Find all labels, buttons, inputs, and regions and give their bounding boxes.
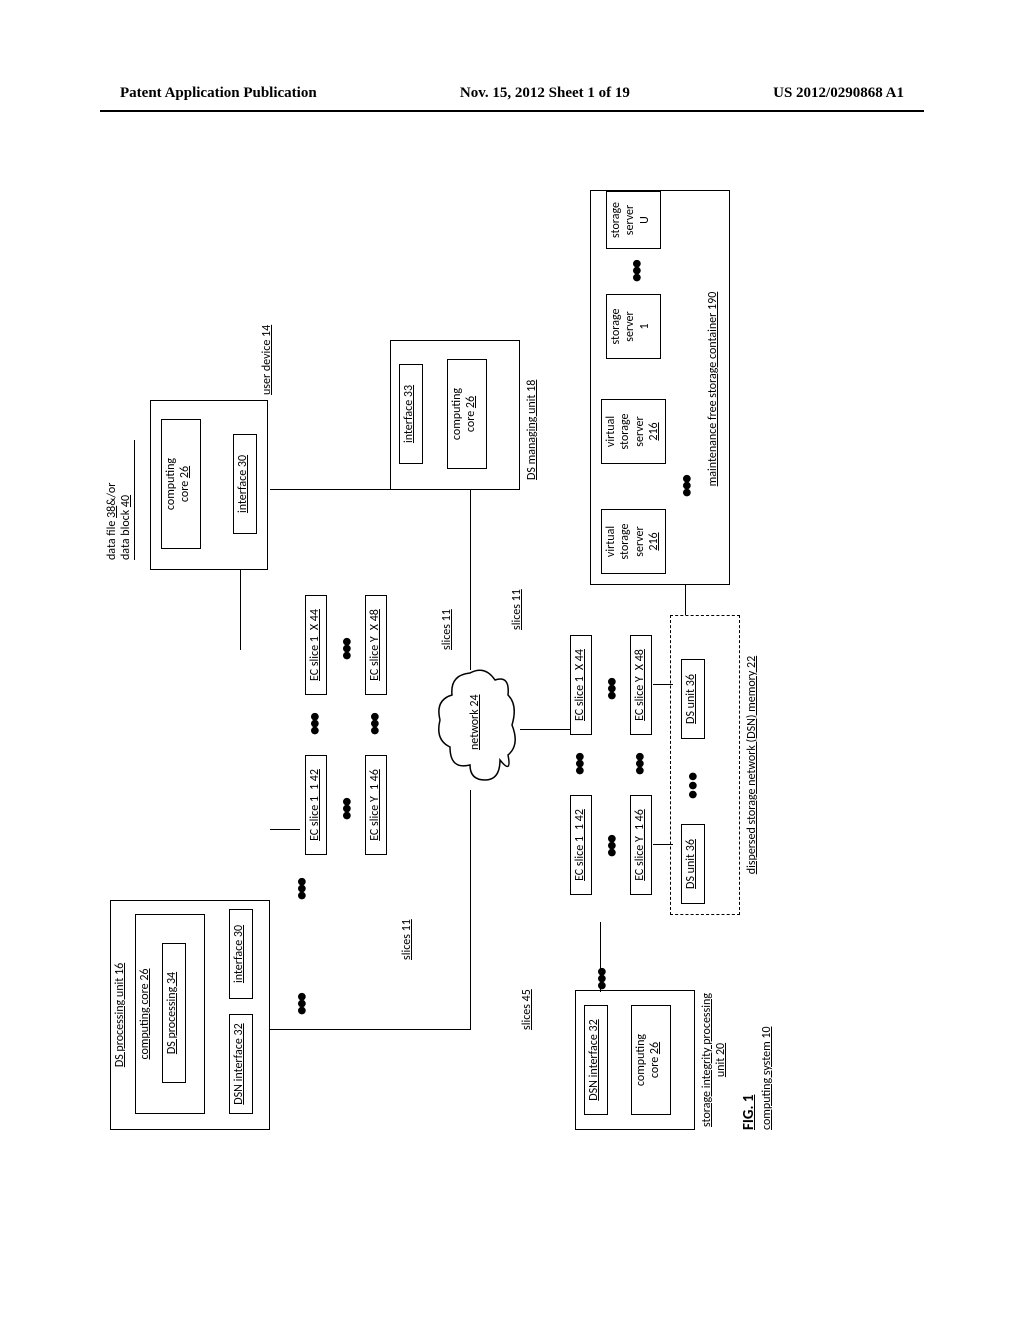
- label-slices-11-c: slices 11: [510, 589, 524, 630]
- label-ss-u: storageserverU: [609, 195, 652, 245]
- label-ss-1: storageserver1: [609, 298, 652, 355]
- label-mfsc-190: maintenance free storage container 190: [706, 234, 720, 544]
- arrow-dsn-mfsc: [685, 585, 686, 615]
- dots-col2b: •••: [600, 679, 622, 700]
- label-ec-1-1-42b: EC slice 1_1 42: [573, 799, 587, 891]
- box-if33: interface 33: [399, 364, 423, 464]
- header-left: Patent Application Publication: [120, 85, 317, 102]
- box-dsn-memory: DS unit 36 • • • DS unit 36: [670, 615, 740, 915]
- box-ec-1-1-42b: EC slice 1_1 42: [570, 795, 592, 895]
- box-cc-ud14: computingcore 26: [161, 419, 201, 549]
- label-slices-45: slices 45: [520, 989, 534, 1030]
- arrow-net-if33: [470, 490, 471, 670]
- diagram-rotated-stage: user device 12 computing core 26 DSproce…: [30, 270, 970, 1050]
- label-ec-y-x-48: EC slice Y_X 48: [368, 599, 382, 691]
- dots-col2a: •••: [335, 639, 357, 660]
- box-ss-u: storageserverU: [606, 191, 661, 249]
- figure-label: FIG. 1: [740, 1095, 758, 1130]
- box-ss-1: storageserver1: [606, 294, 661, 359]
- label-dsn-if-dspu: DSN interface 32: [232, 1018, 246, 1110]
- label-vss-a: virtualstorageserver216: [604, 513, 662, 570]
- dots-near-sipu: •••: [590, 969, 612, 990]
- box-ds-unit-36-b: DS unit 36: [681, 659, 705, 739]
- dots-vss: •••: [676, 476, 698, 497]
- diagram-canvas: user device 12 computing core 26 DSproce…: [110, 190, 890, 1130]
- box-cc-sipu: computingcore 26: [631, 1005, 671, 1115]
- box-ds-managing-unit: interface 33 computingcore 26: [390, 340, 520, 490]
- label-ds-processing-unit-16: DS processing unit 16: [113, 904, 127, 1126]
- dots-row1a: •••: [303, 714, 325, 735]
- dots-col1a: •••: [335, 799, 357, 820]
- box-vss-a: virtualstorageserver216: [601, 509, 666, 574]
- box-ec-1-x-44b: EC slice 1_X 44: [570, 635, 592, 735]
- dots-under-dspu: •••: [290, 879, 312, 900]
- arrow-ec-ds1: [653, 844, 673, 845]
- label-cc-sipu: computingcore 26: [634, 1009, 663, 1111]
- dots-row2b: •••: [628, 754, 650, 775]
- label-dsn-memory-22: dispersed storage network (DSN) memory 2…: [745, 615, 759, 915]
- label-ds-managing-unit-18: DS managing unit 18: [525, 380, 539, 480]
- label-slices-11-a: slices 11: [400, 919, 414, 960]
- dots-ss: •••: [626, 261, 648, 282]
- label-data-file: data file 38&/ordata block 40: [105, 440, 135, 560]
- label-ec-y-1-46: EC slice Y_1 46: [368, 759, 382, 851]
- box-ec-1-1-42: EC slice 1_1 42: [305, 755, 327, 855]
- header-center: Nov. 15, 2012 Sheet 1 of 19: [460, 85, 630, 102]
- label-ec-1-x-44: EC slice 1_X 44: [308, 599, 322, 691]
- dots-ds-units: • • •: [682, 774, 704, 799]
- arrow-sipu-out: [600, 922, 601, 992]
- arrow-if30-if30: [240, 570, 241, 650]
- arrow-ud14-net: [270, 489, 390, 490]
- arrow-dspu-ec: [270, 829, 300, 830]
- label-ds-processing-dspu: DS processing 34: [165, 947, 179, 1079]
- label-if30-ud14: interface 30: [236, 438, 250, 530]
- box-ec-1-x-44: EC slice 1_X 44: [305, 595, 327, 695]
- label-dsn-if-sipu: DSN interface 32: [587, 1009, 601, 1111]
- header-divider: [100, 110, 924, 112]
- label-ds-unit-36-a: DS unit 36: [684, 828, 698, 900]
- box-ec-y-x-48: EC slice Y_X 48: [365, 595, 387, 695]
- label-ec-y-1-46b: EC slice Y_1 46: [633, 799, 647, 891]
- box-mfsc-190: virtualstorageserver216 ••• virtualstora…: [590, 190, 730, 585]
- label-ec-y-x-48b: EC slice Y_X 48: [633, 639, 647, 731]
- label-cc-ud14: computingcore 26: [164, 423, 193, 545]
- box-cc-dsmgmt: computingcore 26: [447, 359, 487, 469]
- dots-col1b: •••: [600, 836, 622, 857]
- label-ds-unit-36-b: DS unit 36: [684, 663, 698, 735]
- box-user-device-14: computingcore 26 interface 30: [150, 400, 268, 570]
- box-if30-ud14: interface 30: [233, 434, 257, 534]
- label-ec-1-1-42: EC slice 1_1 42: [308, 759, 322, 851]
- label-storage-integrity-unit: storage integrity processing unit 20: [700, 990, 729, 1130]
- box-storage-integrity-unit: DSN interface 32 computingcore 26: [575, 990, 695, 1130]
- box-dsn-if-dspu: DSN interface 32: [229, 1014, 253, 1114]
- arrow-net-ec2: [520, 729, 570, 730]
- box-if30-dspu: interface 30: [229, 909, 253, 999]
- dots-row1b: •••: [568, 754, 590, 775]
- label-vss-b: virtualstorageserver216: [604, 403, 662, 460]
- label-cc-dsmgmt: computingcore 26: [450, 363, 479, 465]
- box-vss-b: virtualstorageserver216: [601, 399, 666, 464]
- box-ec-y-1-46: EC slice Y_1 46: [365, 755, 387, 855]
- box-ds-unit-36-a: DS unit 36: [681, 824, 705, 904]
- label-computing-core-dspu: computing core 26: [138, 918, 152, 1110]
- label-user-device-14: user device 14: [260, 325, 274, 395]
- box-dsn-if-sipu: DSN interface 32: [584, 1005, 608, 1115]
- box-ec-y-x-48b: EC slice Y_X 48: [630, 635, 652, 735]
- label-if33: interface 33: [402, 368, 416, 460]
- arrow-ec-ds2: [653, 684, 673, 685]
- label-ec-1-x-44b: EC slice 1_X 44: [573, 639, 587, 731]
- label-slices-11-b: slices 11: [440, 609, 454, 650]
- box-computing-core-dspu: computing core 26 DS processing 34: [135, 914, 205, 1114]
- header-right: US 2012/0290868 A1: [773, 85, 904, 102]
- box-ds-processing-unit-16: DS processing unit 16 computing core 26 …: [110, 900, 270, 1130]
- dots-row2a: •••: [363, 714, 385, 735]
- label-network-24: network 24: [468, 694, 482, 750]
- label-if30-dspu: interface 30: [232, 913, 246, 995]
- box-ds-processing-dspu: DS processing 34: [162, 943, 186, 1083]
- dots-under-ud12: •••: [290, 994, 312, 1015]
- arrow-ud12-net-h: [470, 790, 471, 1030]
- arrow-ud12-net: [270, 1029, 470, 1030]
- box-ec-y-1-46b: EC slice Y_1 46: [630, 795, 652, 895]
- figure-caption: computing system 10: [760, 1026, 774, 1130]
